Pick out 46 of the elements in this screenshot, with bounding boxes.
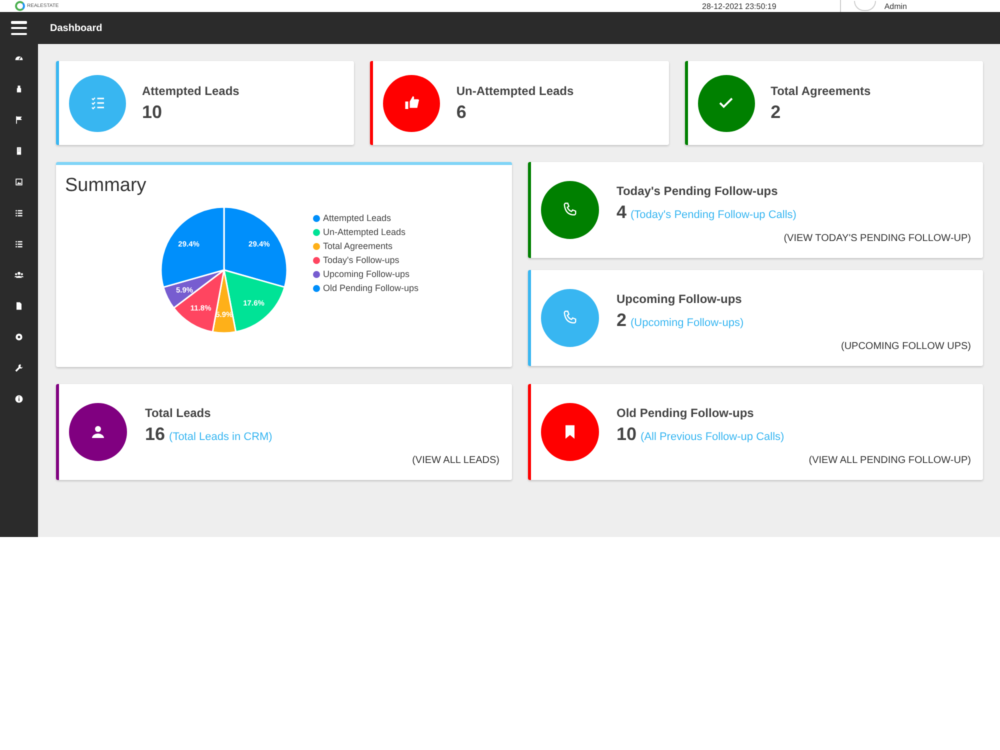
menu-icon[interactable] bbox=[11, 21, 27, 35]
count: 2 bbox=[770, 102, 781, 122]
legend-dot bbox=[313, 228, 320, 236]
legend-label: Upcoming Follow-ups bbox=[323, 269, 410, 279]
user-name: Admin bbox=[884, 2, 907, 10]
flag-icon[interactable] bbox=[14, 115, 24, 125]
user-icon bbox=[89, 423, 107, 441]
settings-icon[interactable] bbox=[14, 332, 24, 342]
page-title: Dashboard bbox=[50, 22, 102, 34]
card-title: Today's Pending Follow-ups bbox=[616, 184, 779, 198]
count: 4 bbox=[616, 202, 627, 223]
users-icon[interactable] bbox=[14, 270, 24, 280]
view-link[interactable]: (VIEW ALL PENDING FOLLOW-UP) bbox=[808, 455, 971, 466]
date-time: 28-12-2021 23:50:19 bbox=[702, 2, 776, 10]
legend-dot bbox=[313, 284, 320, 292]
legend-dot bbox=[313, 214, 320, 222]
view-link[interactable]: (VIEW TODAY'S PENDING FOLLOW-UP) bbox=[784, 233, 971, 244]
count: 16 bbox=[145, 424, 166, 445]
legend-label: Un-Attempted Leads bbox=[323, 227, 406, 237]
view-link[interactable]: (UPCOMING FOLLOW UPS) bbox=[840, 341, 971, 352]
wrench-icon[interactable] bbox=[14, 363, 24, 373]
count: 6 bbox=[456, 102, 466, 122]
card-title: Old Pending Follow-ups bbox=[616, 406, 755, 420]
card-title: Total Leads bbox=[145, 406, 212, 420]
legend-label: Today's Follow-ups bbox=[323, 255, 400, 265]
image-icon[interactable] bbox=[14, 177, 24, 187]
list-icon[interactable] bbox=[14, 208, 24, 218]
count: 2 bbox=[616, 310, 627, 331]
count: 10 bbox=[616, 424, 637, 445]
document-icon[interactable] bbox=[14, 301, 24, 311]
card-title: Total Agreements bbox=[770, 84, 872, 98]
legend-dot bbox=[313, 270, 320, 278]
thumbs-up-icon bbox=[402, 94, 421, 112]
count: 10 bbox=[142, 102, 162, 122]
card-title: Un-Attempted Leads bbox=[456, 84, 575, 98]
legend-label: Old Pending Follow-ups bbox=[323, 283, 419, 293]
list-icon[interactable] bbox=[14, 239, 24, 249]
legend-dot bbox=[313, 256, 320, 264]
legend-dot bbox=[313, 242, 320, 250]
card-title: Summary bbox=[65, 175, 148, 197]
view-link[interactable]: (VIEW ALL LEADS) bbox=[412, 455, 500, 466]
info-icon[interactable] bbox=[14, 394, 24, 404]
card-title: Upcoming Follow-ups bbox=[616, 292, 743, 306]
legend-label: Total Agreements bbox=[323, 241, 393, 251]
legend-label: Attempted Leads bbox=[323, 213, 392, 223]
card-title: Attempted Leads bbox=[142, 84, 240, 98]
